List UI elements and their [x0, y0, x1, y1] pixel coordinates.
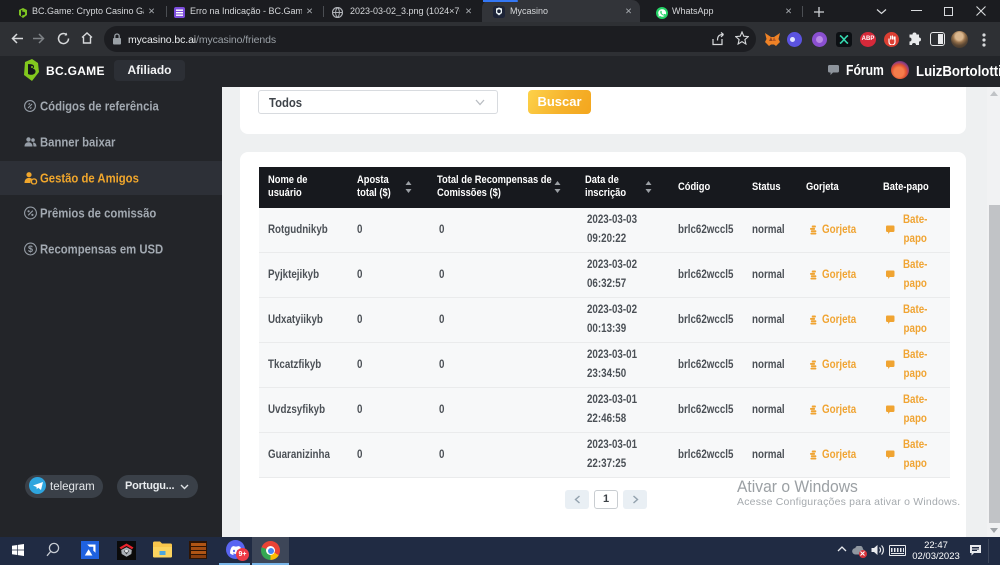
svg-text:$: $ — [28, 244, 33, 254]
